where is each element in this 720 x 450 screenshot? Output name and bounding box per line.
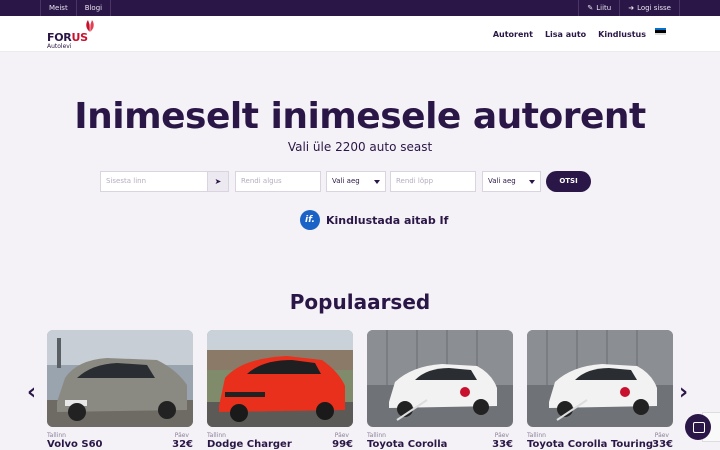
login-label: Logi sisse [637, 4, 671, 12]
logo-subtitle: Autolevi [47, 43, 72, 50]
chevron-down-icon [374, 180, 380, 184]
location-arrow-icon[interactable]: ➤ [207, 171, 229, 192]
card-car-name: Toyota Corolla [367, 439, 448, 450]
card-price: 33€ [652, 439, 673, 450]
sign-in-icon: ➜ [628, 4, 635, 12]
logo[interactable]: FORUS Autolevi [47, 19, 107, 50]
search-button[interactable]: OTSI [546, 171, 591, 192]
card-city: Tallinn [47, 432, 66, 439]
login-link[interactable]: ➜ Logi sisse [619, 0, 680, 16]
card-city: Tallinn [207, 432, 226, 439]
insurance-text: Kindlustada aitab If [326, 213, 449, 227]
join-label: Liitu [596, 4, 612, 12]
top-bar: Meist Blogi ✎ Liitu ➜ Logi sisse [0, 0, 720, 16]
hero-title: Inimeselt inimesele autorent [74, 96, 646, 137]
card-car-name: Volvo S60 [47, 439, 103, 450]
card-price: 99€ [332, 439, 353, 450]
carousel-next-icon[interactable]: › [679, 380, 688, 405]
car-card-volvo-s60[interactable]: Tallinn Päev Volvo S60 32€ [47, 330, 193, 450]
car-photo [207, 330, 353, 427]
nav-autorent[interactable]: Autorent [493, 30, 533, 39]
if-logo: if. [300, 210, 320, 230]
nav-kindlustus[interactable]: Kindlustus [598, 30, 646, 39]
insurance-banner: if. Kindlustada aitab If [300, 209, 448, 231]
popular-title: Populaarsed [289, 290, 431, 314]
estonian-flag-icon[interactable] [655, 28, 666, 35]
card-city: Tallinn [527, 432, 546, 439]
main-nav: Autorent Lisa auto Kindlustus [481, 16, 646, 52]
card-period: Päev [174, 432, 189, 439]
card-city: Tallinn [367, 432, 386, 439]
car-card-toyota-corolla-touring[interactable]: Tallinn Päev Toyota Corolla Touring 33€ [527, 330, 673, 450]
car-card-toyota-corolla[interactable]: Tallinn Päev Toyota Corolla 33€ [367, 330, 513, 450]
chevron-down-icon [529, 180, 535, 184]
rent-end-time-select[interactable]: Vali aeg [482, 171, 541, 192]
rent-start-time-select[interactable]: Vali aeg [326, 171, 386, 192]
card-price: 33€ [492, 439, 513, 450]
car-card-dodge-charger[interactable]: Tallinn Päev Dodge Charger 99€ [207, 330, 353, 450]
card-period: Päev [654, 432, 669, 439]
carousel-prev-icon[interactable]: ‹ [27, 380, 36, 405]
car-photo [367, 330, 513, 427]
card-car-name: Toyota Corolla Touring [527, 439, 653, 450]
edit-icon: ✎ [587, 4, 594, 12]
topbar-link-blog[interactable]: Blogi [75, 0, 112, 16]
topbar-link-about[interactable]: Meist [40, 0, 76, 16]
city-input[interactable]: Sisesta linn [100, 171, 208, 192]
rent-end-date-input[interactable]: Rendi lõpp [390, 171, 476, 192]
nav-lisa-auto[interactable]: Lisa auto [545, 30, 586, 39]
card-price: 32€ [172, 439, 193, 450]
rent-start-date-input[interactable]: Rendi algus [235, 171, 321, 192]
car-photo [527, 330, 673, 427]
card-car-name: Dodge Charger [207, 439, 292, 450]
card-period: Päev [494, 432, 509, 439]
car-photo [47, 330, 193, 427]
card-period: Päev [334, 432, 349, 439]
chat-icon[interactable] [685, 414, 711, 440]
join-link[interactable]: ✎ Liitu [578, 0, 619, 16]
site-header: FORUS Autolevi Autorent Lisa auto Kindlu… [0, 16, 720, 52]
hero-subtitle: Vali üle 2200 auto seast [287, 140, 433, 154]
